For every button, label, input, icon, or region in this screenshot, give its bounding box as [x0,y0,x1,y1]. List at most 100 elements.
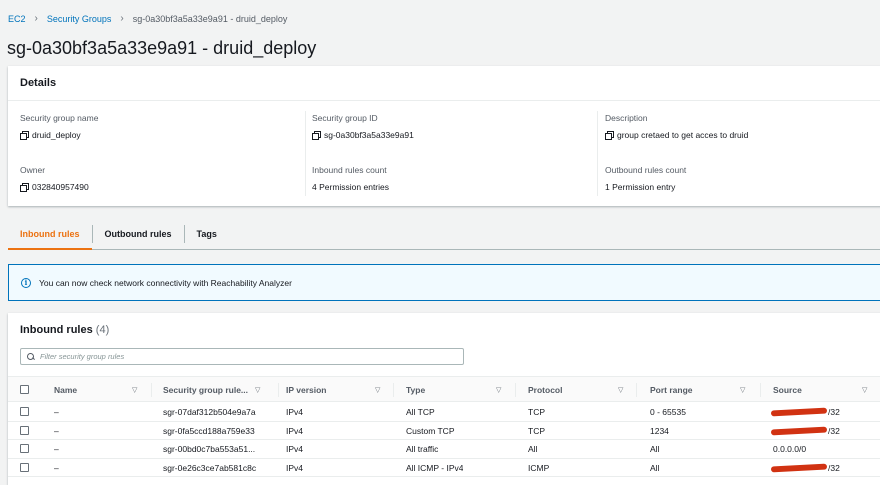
column-header-label: Port range [650,385,693,395]
tab-inbound-rules[interactable]: Inbound rules [8,218,92,250]
column-header-rule-id[interactable]: Security group rule... ▽ [163,377,273,403]
cell-protocol: TCP [528,407,545,417]
tab-outbound-rules[interactable]: Outbound rules [93,218,184,249]
table-row[interactable]: – sgr-00bd0c7ba553a51... IPv4 All traffi… [8,440,880,459]
breadcrumb-security-groups-link[interactable]: Security Groups [47,14,112,24]
sort-caret-icon[interactable]: ▽ [740,386,745,394]
cell-protocol: All [528,444,538,454]
cell-source-text: /32 [828,462,840,473]
alert-text: You can now check network connectivity w… [39,277,292,288]
field-label: Owner [20,165,46,175]
copy-icon[interactable] [20,131,29,140]
field-label: Description [605,113,648,123]
column-header-port-range[interactable]: Port range ▽ [650,377,760,403]
column-divider [278,383,279,397]
field-outbound-rules-count: Outbound rules count 1 Permission entry [605,165,686,192]
security-group-id-value: sg-0a30bf3a5a33e9a91 [324,130,414,140]
cell-rule-id: sgr-07daf312b504e9a7a [163,407,256,417]
field-description: Description group cretaed to get acces t… [605,113,748,140]
copy-icon[interactable] [312,131,321,140]
details-header: Details [8,66,880,101]
cell-source-text: 0.0.0.0/0 [773,444,807,454]
sort-caret-icon[interactable]: ▽ [496,386,501,394]
cell-port-range: All [650,444,660,454]
row-checkbox[interactable] [20,444,29,453]
filter-box [20,348,464,365]
cell-rule-id: sgr-0e26c3ce7ab581c8c [163,462,257,473]
cell-type: All TCP [406,407,435,417]
cell-protocol: ICMP [528,462,550,473]
table-row[interactable]: – sgr-07daf312b504e9a7a IPv4 All TCP TCP… [8,403,880,422]
field-owner: Owner 032840957490 [20,165,89,192]
column-header-protocol[interactable]: Protocol ▽ [528,377,638,403]
breadcrumb-current: sg-0a30bf3a5a33e9a91 - druid_deploy [132,13,288,24]
outbound-rules-count-value: 1 Permission entry [605,182,676,192]
search-icon [27,352,35,361]
cell-source: 0.0.0.0/0 [773,440,806,458]
inbound-rules-title-text: Inbound rules [20,324,93,336]
field-security-group-name: Security group name druid_deploy [20,113,98,140]
column-divider [305,111,306,196]
table-row[interactable]: – sgr-0e26c3ce7ab581c8c IPv4 All ICMP - … [8,459,880,477]
row-checkbox[interactable] [20,462,29,472]
column-divider [151,383,152,397]
cell-type: Custom TCP [406,425,455,436]
column-divider [515,383,516,397]
cell-source: /32 [771,459,840,477]
column-header-label: Protocol [528,385,563,395]
column-header-ip-version[interactable]: IP version ▽ [286,377,386,403]
column-divider [760,383,761,397]
tab-bar: Inbound rules Outbound rules Tags [8,218,880,250]
field-inbound-rules-count: Inbound rules count 4 Permission entries [312,165,389,192]
chevron-right-icon: › [120,13,124,24]
inbound-rules-panel: Inbound rules (4) Name ▽ Security group … [8,313,880,485]
copy-icon[interactable] [20,183,29,192]
owner-value: 032840957490 [32,182,89,192]
breadcrumb: EC2 › Security Groups › sg-0a30bf3a5a33e… [8,13,287,24]
cell-ip-version: IPv4 [286,462,304,473]
cell-type: All traffic [406,444,439,454]
table-header: Name ▽ Security group rule... ▽ IP versi… [8,376,880,402]
row-checkbox[interactable] [20,407,29,416]
column-header-type[interactable]: Type ▽ [406,377,516,403]
sort-caret-icon[interactable]: ▽ [618,386,623,394]
cell-source-text: /32 [828,425,840,436]
cell-source: /32 [771,403,840,421]
column-divider [597,111,598,196]
cell-rule-id: sgr-00bd0c7ba553a51... [163,444,256,454]
field-label: Security group name [20,113,99,123]
column-header-name[interactable]: Name ▽ [54,377,144,403]
description-value: group cretaed to get acces to druid [617,130,749,140]
filter-input[interactable] [40,352,440,361]
sort-caret-icon[interactable]: ▽ [862,386,867,394]
inbound-rules-title: Inbound rules (4) [20,324,109,336]
inbound-rules-count-value: 4 Permission entries [312,182,390,192]
redaction-mark [771,426,828,435]
table-row[interactable]: – sgr-0fa5ccd188a759e33 IPv4 Custom TCP … [8,422,880,440]
column-header-label: Type [406,385,426,395]
breadcrumb-ec2-link[interactable]: EC2 [8,14,26,24]
column-header-label: Security group rule... [163,385,249,395]
field-label: Security group ID [312,113,378,123]
field-label: Outbound rules count [605,165,687,175]
column-header-label: Name [54,385,78,395]
cell-type: All ICMP - IPv4 [406,462,464,473]
tab-tags[interactable]: Tags [185,218,229,249]
cell-port-range: 1234 [650,425,669,436]
details-panel: Details Security group name druid_deploy… [8,66,880,206]
sort-caret-icon[interactable]: ▽ [255,386,260,394]
info-icon: i [21,277,31,288]
sort-caret-icon[interactable]: ▽ [375,386,380,394]
copy-icon[interactable] [605,131,614,140]
cell-ip-version: IPv4 [286,444,304,454]
sort-caret-icon[interactable]: ▽ [132,386,137,394]
field-security-group-id: Security group ID sg-0a30bf3a5a33e9a91 [312,113,414,140]
security-group-name-value: druid_deploy [32,130,81,140]
page-title: sg-0a30bf3a5a33e9a91 - druid_deploy [7,38,317,58]
cell-name: – [54,462,59,473]
column-header-source[interactable]: Source ▽ [773,377,878,403]
column-header-label: Source [773,385,802,395]
row-checkbox[interactable] [20,425,29,435]
select-all-checkbox[interactable] [20,385,29,394]
info-alert: i You can now check network connectivity… [8,264,880,301]
